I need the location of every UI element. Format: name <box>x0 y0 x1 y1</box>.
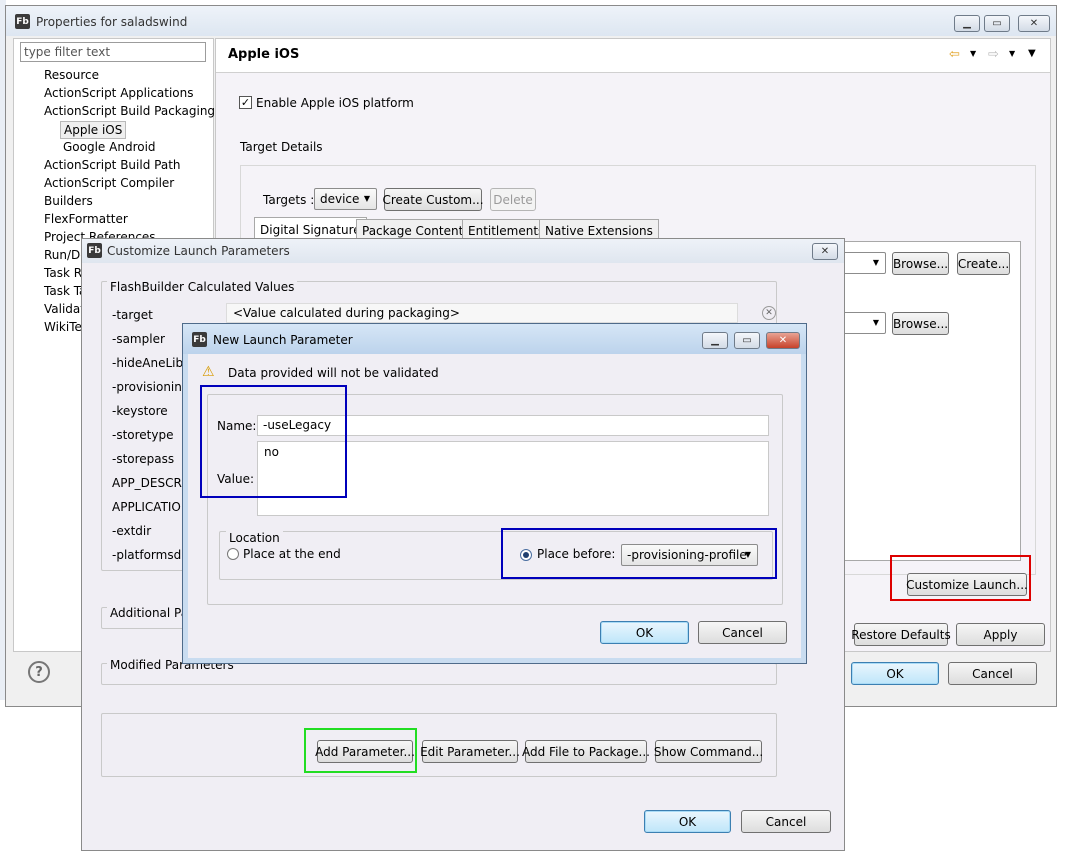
properties-cancel-button[interactable]: Cancel <box>948 662 1037 685</box>
create-certificate-button[interactable]: Create... <box>957 252 1010 275</box>
name-input[interactable]: -useLegacy <box>257 415 769 436</box>
target-value-field: <Value calculated during packaging> <box>226 303 738 323</box>
properties-titlebar[interactable]: Fb Properties for saladswind ▁ ▭ ✕ <box>6 6 1056 36</box>
value-label: Value: <box>217 472 254 486</box>
flash-builder-logo-icon: Fb <box>87 243 102 258</box>
targets-label: Targets : <box>263 193 315 207</box>
forward-arrow-icon[interactable]: ⇨ <box>988 47 999 62</box>
edit-parameter-button[interactable]: Edit Parameter... <box>420 740 520 763</box>
tree-item-actionscript-build-packaging[interactable]: ActionScript Build Packaging <box>44 104 215 118</box>
radio-selected-dot <box>523 552 529 558</box>
page-header: Apple iOS ⇦ ▼ ⇨ ▼ ▼ <box>216 39 1050 73</box>
value-textarea[interactable]: no <box>257 441 769 516</box>
properties-title: Properties for saladswind <box>36 15 188 29</box>
tree-item-builders[interactable]: Builders <box>44 194 93 208</box>
page-title: Apple iOS <box>228 47 300 62</box>
target-details-label: Target Details <box>240 140 323 154</box>
chevron-down-icon: ▼ <box>872 258 879 267</box>
tree-item-actionscript-applications[interactable]: ActionScript Applications <box>44 86 194 100</box>
tree-item-actionscript-compiler[interactable]: ActionScript Compiler <box>44 176 174 190</box>
maximize-icon[interactable]: ▭ <box>734 332 760 349</box>
place-before-select-value: -provisioning-profile <box>627 548 747 562</box>
show-command-button[interactable]: Show Command... <box>654 740 763 763</box>
minimize-icon[interactable]: ▁ <box>702 332 728 349</box>
add-parameter-button[interactable]: Add Parameter... <box>315 740 415 763</box>
forward-menu-chevron-icon[interactable]: ▼ <box>1009 49 1015 58</box>
close-icon[interactable]: ✕ <box>812 243 838 260</box>
targets-select[interactable]: device ▼ <box>314 188 377 210</box>
new-param-body: ⚠ Data provided will not be validated Na… <box>188 354 801 658</box>
clear-value-icon[interactable]: ✕ <box>762 306 776 320</box>
param-provisioning: -provisioning <box>112 380 190 394</box>
apply-button[interactable]: Apply <box>956 623 1045 646</box>
customize-title: Customize Launch Parameters <box>107 244 290 258</box>
enable-ios-label: Enable Apple iOS platform <box>256 96 414 110</box>
param-application: APPLICATION <box>112 500 190 514</box>
place-at-end-radio[interactable] <box>227 548 239 560</box>
param-keystore: -keystore <box>112 404 168 418</box>
close-icon[interactable]: ✕ <box>766 332 800 349</box>
new-param-ok-button[interactable]: OK <box>600 621 689 644</box>
back-arrow-icon[interactable]: ⇦ <box>949 47 960 62</box>
place-before-label: Place before: <box>537 547 616 561</box>
name-label: Name: <box>217 419 257 433</box>
customize-launch-button[interactable]: Customize Launch... <box>906 573 1028 596</box>
customize-cancel-button[interactable]: Cancel <box>741 810 831 833</box>
new-param-title: New Launch Parameter <box>213 333 353 347</box>
param-target: -target <box>112 308 153 322</box>
additional-parameters-label: Additional Pa <box>107 606 192 620</box>
param-platformsdk: -platformsdk <box>112 548 189 562</box>
tree-item-resource[interactable]: Resource <box>44 68 99 82</box>
delete-button[interactable]: Delete <box>490 188 536 211</box>
modified-parameters-group: Modified Parameters <box>101 658 777 685</box>
browse-certificate-button[interactable]: Browse... <box>892 252 949 275</box>
warning-icon: ⚠ <box>202 364 215 380</box>
customize-ok-button[interactable]: OK <box>644 810 731 833</box>
place-at-end-label: Place at the end <box>243 547 341 561</box>
location-label: Location <box>226 531 283 545</box>
new-param-titlebar[interactable]: Fb New Launch Parameter ▁ ▭ ✕ <box>183 324 806 354</box>
tree-item-actionscript-build-path[interactable]: ActionScript Build Path <box>44 158 181 172</box>
flash-builder-logo-icon: Fb <box>192 332 207 347</box>
create-custom-button[interactable]: Create Custom... <box>382 188 484 211</box>
browse-provisioning-button[interactable]: Browse... <box>892 312 949 335</box>
param-app-descriptor: APP_DESCRIP <box>112 476 193 490</box>
param-storepass: -storepass <box>112 452 175 466</box>
restore-defaults-button[interactable]: Restore Defaults <box>851 623 951 646</box>
chevron-down-icon: ▼ <box>872 318 879 327</box>
tree-item-google-android[interactable]: Google Android <box>63 140 156 154</box>
param-hideanelibs: -hideAneLibS <box>112 356 191 370</box>
param-sampler: -sampler <box>112 332 165 346</box>
minimize-icon[interactable]: ▁ <box>954 15 980 32</box>
properties-ok-button[interactable]: OK <box>851 662 939 685</box>
tree-item-apple-ios[interactable]: Apple iOS <box>60 121 127 139</box>
warning-text: Data provided will not be validated <box>228 366 439 380</box>
customize-titlebar[interactable]: Fb Customize Launch Parameters ✕ <box>82 239 844 263</box>
view-menu-icon[interactable]: ▼ <box>1028 48 1036 59</box>
filter-input[interactable]: type filter text <box>20 42 206 62</box>
new-param-cancel-button[interactable]: Cancel <box>698 621 787 644</box>
back-menu-chevron-icon[interactable]: ▼ <box>970 49 976 58</box>
enable-ios-checkbox[interactable]: ✓ <box>239 96 252 109</box>
flash-builder-logo-icon: Fb <box>15 14 30 29</box>
new-launch-parameter-dialog: Fb New Launch Parameter ▁ ▭ ✕ ⚠ Data pro… <box>182 323 807 664</box>
chevron-down-icon: ▼ <box>744 550 751 559</box>
add-file-to-package-button[interactable]: Add File to Package... <box>522 740 650 763</box>
chevron-down-icon: ▼ <box>363 194 370 203</box>
param-extdir: -extdir <box>112 524 152 538</box>
tree-item-flexformatter[interactable]: FlexFormatter <box>44 212 128 226</box>
calculated-values-label: FlashBuilder Calculated Values <box>107 280 298 294</box>
close-icon[interactable]: ✕ <box>1018 15 1050 32</box>
help-icon[interactable]: ? <box>28 661 50 683</box>
targets-select-value: device <box>320 192 360 206</box>
param-storetype: -storetype <box>112 428 174 442</box>
place-before-radio[interactable] <box>520 549 532 561</box>
maximize-icon[interactable]: ▭ <box>984 15 1010 32</box>
place-before-select[interactable]: -provisioning-profile ▼ <box>621 544 758 566</box>
